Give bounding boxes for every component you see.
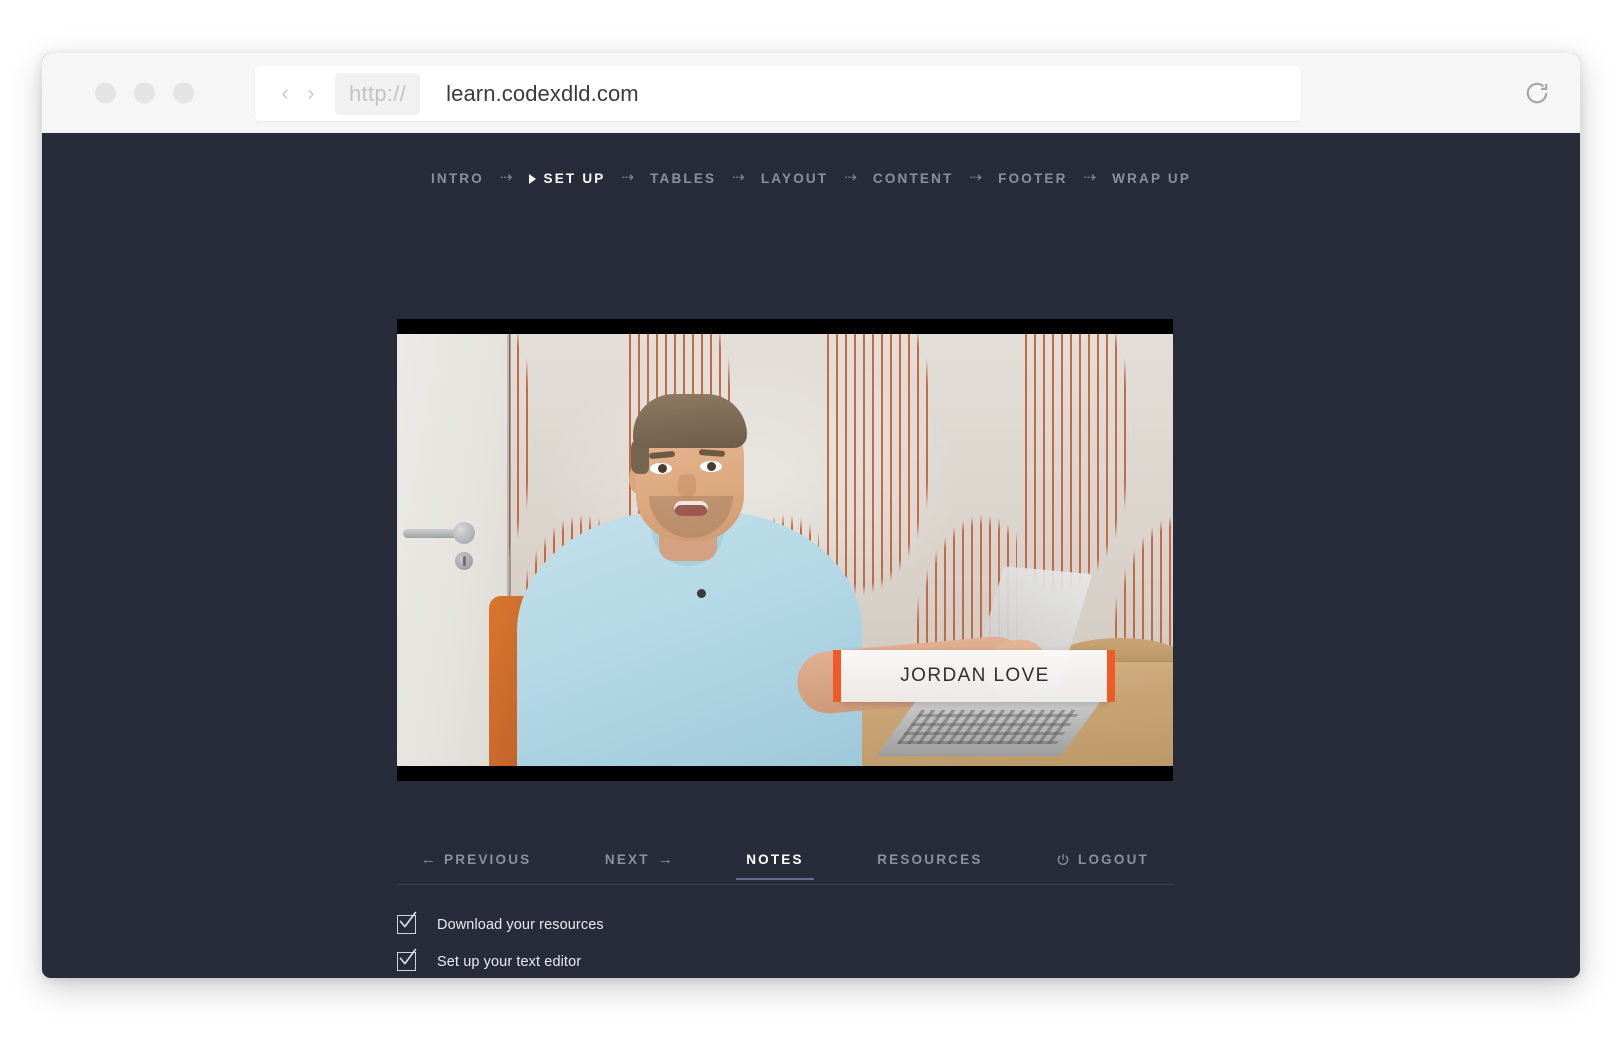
page-body: INTRO ⇢ SET UP ⇢ TABLES ⇢ LAYOUT ⇢ CONTE…	[42, 133, 1580, 978]
mouth	[674, 501, 708, 516]
breadcrumb-label: LAYOUT	[760, 171, 829, 186]
back-icon[interactable]: ‹	[275, 83, 295, 104]
browser-window: ‹ › http:// learn.codexdld.com INTRO ⇢ S…	[42, 53, 1580, 978]
tab-label: LOGOUT	[1078, 852, 1149, 867]
tab-next[interactable]: NEXT →	[605, 851, 673, 880]
breadcrumb-item-tables[interactable]: TABLES	[650, 171, 716, 186]
breadcrumb-item-wrap-up[interactable]: WRAP UP	[1112, 171, 1191, 186]
maximize-window-button[interactable]	[173, 82, 194, 103]
checkbox-checked-icon[interactable]	[397, 948, 417, 971]
browser-nav-arrows: ‹ ›	[275, 83, 321, 104]
breadcrumb-label: INTRO	[430, 171, 484, 186]
notes-checklist: Download your resources Set up your text…	[397, 911, 1297, 978]
speaker-name-card: JORDAN LOVE	[833, 650, 1115, 702]
checkbox-checked-icon[interactable]	[397, 911, 417, 934]
play-triangle-icon	[528, 173, 536, 184]
checklist-item[interactable]: Set up your text editor	[397, 948, 1297, 971]
breadcrumb-item-set-up[interactable]: SET UP	[528, 171, 606, 186]
checklist-label: Download your resources	[437, 916, 604, 933]
checklist-item[interactable]: Download your resources	[397, 911, 1297, 934]
arrow-left-icon: ←	[421, 851, 436, 868]
breadcrumb-separator-icon: ⇢	[844, 169, 857, 186]
breadcrumb-label: FOOTER	[998, 171, 1068, 186]
tab-label: NOTES	[746, 852, 804, 867]
pupil-left	[658, 464, 667, 473]
breadcrumb-separator-icon: ⇢	[499, 169, 513, 186]
close-window-button[interactable]	[95, 82, 116, 103]
breadcrumb-item-intro[interactable]: INTRO	[431, 171, 484, 186]
door-keyhole	[455, 552, 473, 570]
tab-previous[interactable]: ← PREVIOUS	[421, 851, 531, 880]
screen: ‹ › http:// learn.codexdld.com INTRO ⇢ S…	[0, 0, 1621, 1062]
url-scheme-chip: http://	[335, 72, 421, 115]
nose	[678, 474, 696, 498]
breadcrumb-label: CONTENT	[872, 171, 954, 186]
breadcrumb-item-layout[interactable]: LAYOUT	[761, 171, 828, 186]
speaker-name: JORDAN LOVE	[900, 665, 1050, 686]
breadcrumb: INTRO ⇢ SET UP ⇢ TABLES ⇢ LAYOUT ⇢ CONTE…	[42, 133, 1580, 186]
laptop-keyboard	[896, 710, 1082, 744]
browser-chrome: ‹ › http:// learn.codexdld.com	[42, 53, 1580, 133]
breadcrumb-separator-icon: ⇢	[732, 169, 745, 186]
video-frame: JORDAN LOVE	[397, 334, 1173, 766]
tab-label: PREVIOUS	[444, 852, 532, 867]
tab-notes[interactable]: NOTES	[736, 852, 814, 880]
video-player[interactable]: JORDAN LOVE	[397, 319, 1173, 781]
door-handle-base	[453, 522, 475, 544]
tab-resources[interactable]: RESOURCES	[877, 852, 982, 879]
breadcrumb-item-content[interactable]: CONTENT	[873, 171, 954, 186]
breadcrumb-separator-icon: ⇢	[1083, 169, 1097, 186]
address-bar[interactable]: ‹ › http:// learn.codexdld.com	[255, 66, 1301, 121]
tab-logout[interactable]: LOGOUT	[1056, 852, 1149, 879]
breadcrumb-label: WRAP UP	[1112, 171, 1192, 186]
lapel-microphone-icon	[697, 589, 706, 598]
hair	[633, 394, 747, 448]
breadcrumb-label: TABLES	[650, 171, 717, 186]
breadcrumb-separator-icon: ⇢	[621, 169, 635, 186]
traffic-lights	[95, 82, 194, 103]
arrow-right-icon: →	[657, 851, 673, 868]
reload-icon[interactable]	[1524, 80, 1550, 106]
content-tabs: ← PREVIOUS NEXT → NOTES RESOURCES LOGOUT	[397, 835, 1173, 885]
breadcrumb-separator-icon: ⇢	[969, 169, 983, 186]
power-icon	[1056, 853, 1070, 867]
url-input[interactable]: learn.codexdld.com	[446, 81, 639, 107]
breadcrumb-label: SET UP	[543, 171, 606, 186]
breadcrumb-item-footer[interactable]: FOOTER	[998, 171, 1067, 186]
tab-label: NEXT	[604, 852, 650, 867]
tab-label: RESOURCES	[877, 852, 983, 867]
minimize-window-button[interactable]	[134, 82, 155, 103]
pupil-right	[707, 462, 716, 471]
checklist-label: Set up your text editor	[437, 953, 582, 970]
forward-icon[interactable]: ›	[301, 83, 321, 104]
